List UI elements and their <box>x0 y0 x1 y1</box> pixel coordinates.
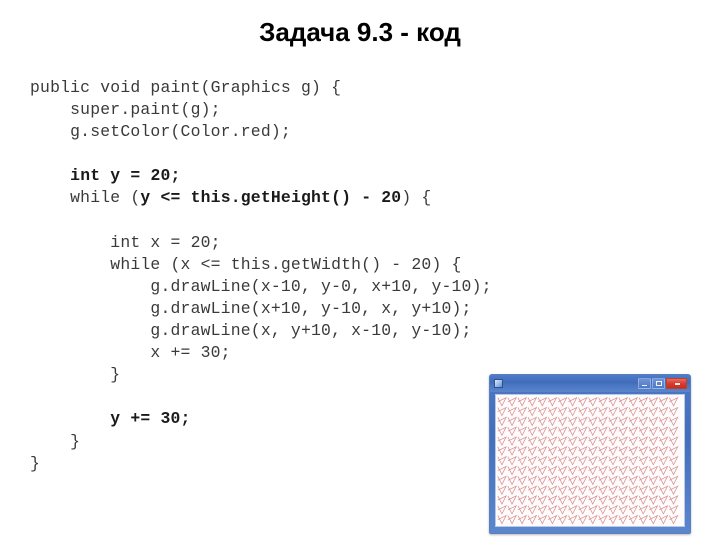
code-token: g.drawLine(x, y+10, x-10, y-10); <box>30 321 472 341</box>
code-token: int x = 20; <box>30 232 221 252</box>
slide-root: Задача 9.3 - код public void paint(Graph… <box>0 0 720 540</box>
app-icon <box>494 379 503 388</box>
code-token: y += 30; <box>110 409 191 429</box>
close-button[interactable] <box>666 378 687 389</box>
window-client-area <box>495 394 685 527</box>
code-token: g.drawLine(x-10, y-0, x+10, y-10); <box>30 276 492 296</box>
code-line: public void paint(Graphics g) { <box>30 77 630 99</box>
code-token: while (x <= this.getWidth() - 20) { <box>30 254 462 274</box>
code-line: g.setColor(Color.red); <box>30 121 630 143</box>
code-token: } <box>30 365 121 385</box>
window-controls <box>638 378 687 389</box>
code-line: g.drawLine(x+10, y-10, x, y+10); <box>30 298 630 320</box>
triangle-pattern-canvas <box>496 395 684 526</box>
code-line: while (x <= this.getWidth() - 20) { <box>30 254 630 276</box>
code-token: } <box>30 431 81 451</box>
code-line: x += 30; <box>30 342 630 364</box>
code-line: int y = 20; <box>30 165 630 187</box>
maximize-button[interactable] <box>652 378 665 389</box>
code-token: x += 30; <box>30 343 231 363</box>
code-line: int x = 20; <box>30 232 630 254</box>
minimize-button[interactable] <box>638 378 651 389</box>
code-token: } <box>30 453 41 473</box>
app-window-screenshot <box>489 374 691 534</box>
code-token: int y = 20; <box>70 166 181 186</box>
code-token: y <= this.getHeight() - 20 <box>140 188 402 208</box>
code-line: g.drawLine(x-10, y-0, x+10, y-10); <box>30 276 630 298</box>
code-token: while ( <box>30 188 141 208</box>
code-token: ) { <box>401 188 432 208</box>
code-token: public void paint(Graphics g) { <box>30 78 342 97</box>
code-line: while (y <= this.getHeight() - 20) { <box>30 187 630 209</box>
code-token: g.setColor(Color.red); <box>30 122 291 142</box>
code-line: super.paint(g); <box>30 99 630 121</box>
code-token: super.paint(g); <box>30 100 221 120</box>
code-token: g.drawLine(x+10, y-10, x, y+10); <box>30 298 472 318</box>
window-titlebar[interactable] <box>490 375 690 392</box>
code-line: g.drawLine(x, y+10, x-10, y-10); <box>30 320 630 342</box>
page-title: Задача 9.3 - код <box>259 17 461 47</box>
